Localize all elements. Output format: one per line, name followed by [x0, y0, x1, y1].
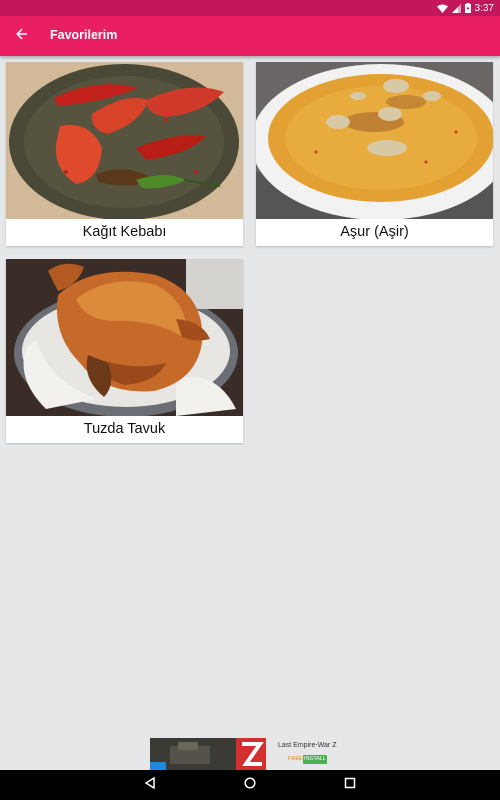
recipe-name: Tuzda Tavuk: [83, 421, 166, 437]
back-triangle-icon: [144, 776, 156, 794]
ad-install-button[interactable]: INSTALL: [303, 755, 327, 764]
nav-recents-button[interactable]: [340, 775, 360, 795]
wifi-icon: [436, 4, 448, 13]
battery-icon: [464, 3, 471, 13]
recents-square-icon: [344, 776, 356, 794]
navigation-bar: [0, 770, 500, 800]
recipe-name: Aşur (Aşir): [340, 224, 409, 240]
status-icons: 3:37: [436, 2, 494, 14]
page-title: Favorilerim: [50, 28, 118, 42]
status-bar: 3:37: [0, 0, 500, 16]
favorite-card-kagit-kebabi[interactable]: Kağıt Kebabı: [6, 62, 243, 246]
favorites-grid: Kağıt Kebabı Aşur (Aşir) Tuzda Tavuk: [0, 56, 500, 736]
home-circle-icon: [244, 776, 256, 794]
app-bar: Favorilerim: [0, 16, 500, 56]
favorite-card-tuzda-tavuk[interactable]: Tuzda Tavuk: [6, 259, 243, 443]
signal-icon: [451, 3, 461, 13]
clock-time: 3:37: [474, 2, 494, 14]
recipe-name: Kağıt Kebabı: [82, 224, 167, 240]
arrow-back-icon: [16, 27, 28, 45]
recipe-photo: [256, 62, 493, 219]
ad-image: [150, 738, 266, 770]
favorite-card-asur[interactable]: Aşur (Aşir): [256, 62, 493, 246]
nav-home-button[interactable]: [240, 775, 260, 795]
nav-back-button[interactable]: [140, 775, 160, 795]
back-button[interactable]: [10, 24, 34, 48]
recipe-photo: [6, 259, 243, 416]
ad-banner[interactable]: Last Empire-War Z FREE INSTALL: [150, 738, 350, 770]
ad-price: FREE: [288, 756, 303, 762]
ad-title: Last Empire-War Z: [278, 742, 337, 749]
recipe-photo: [6, 62, 243, 219]
